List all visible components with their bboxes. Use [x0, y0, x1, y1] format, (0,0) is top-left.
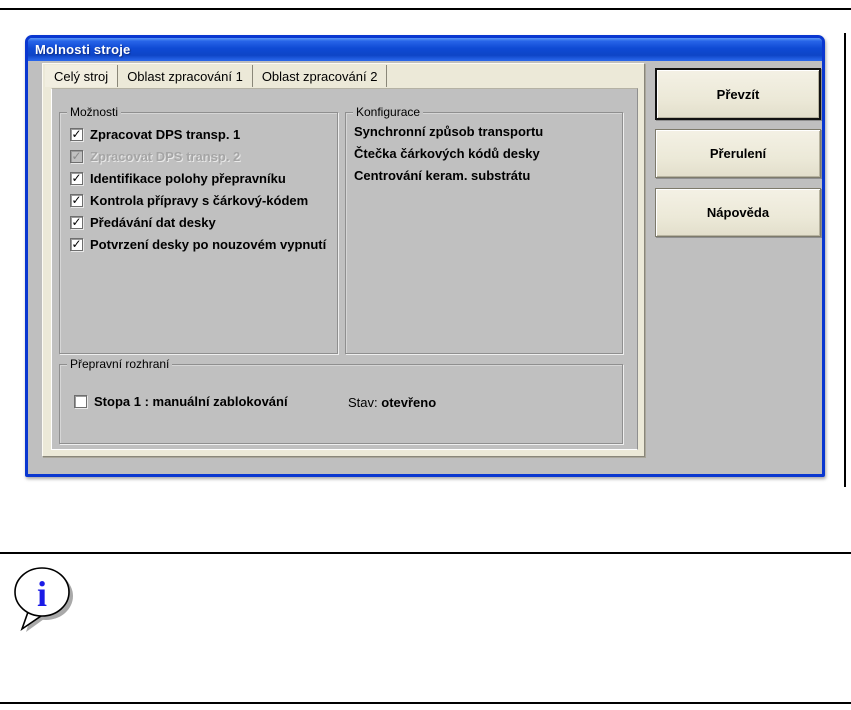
- group-konfigurace-label: Konfigurace: [353, 106, 424, 119]
- tab-cely-stroj[interactable]: Celý stroj: [45, 65, 119, 87]
- checkbox-option-predavani-dat[interactable]: ✓ Předávání dat desky: [70, 215, 337, 230]
- tab-strip: Celý stroj Oblast zpracování 1 Oblast zp…: [45, 65, 388, 87]
- checkbox[interactable]: ✓: [70, 216, 83, 229]
- svg-text:i: i: [37, 574, 47, 614]
- checkbox-option-potvrzeni-desky[interactable]: ✓ Potvrzení desky po nouzovém vypnutí: [70, 237, 337, 252]
- checkbox[interactable]: ✓: [70, 238, 83, 251]
- tab-control: Celý stroj Oblast zpracování 1 Oblast zp…: [42, 63, 645, 457]
- check-icon: ✓: [71, 192, 82, 207]
- status-text: Stav: otevřeno: [348, 395, 436, 410]
- checkbox[interactable]: ✓: [70, 194, 83, 207]
- info-speech-bubble-icon: i: [14, 567, 73, 632]
- check-icon: ✓: [71, 170, 82, 185]
- config-item: Centrování keram. substrátu: [354, 168, 531, 183]
- horizontal-rule-bottom: [0, 702, 851, 704]
- help-button[interactable]: Nápověda: [655, 188, 821, 237]
- checkbox[interactable]: ✓: [74, 395, 87, 408]
- checkbox-label: Stopa 1 : manuální zablokování: [94, 394, 288, 409]
- checkbox-label: Identifikace polohy přepravníku: [90, 171, 286, 186]
- checkbox-label: Potvrzení desky po nouzovém vypnutí: [90, 237, 327, 252]
- checkbox: ✓: [70, 150, 83, 163]
- checkbox[interactable]: ✓: [70, 172, 83, 185]
- horizontal-rule-top: [0, 8, 851, 10]
- vertical-rule-right: [844, 33, 846, 487]
- status-label: Stav:: [348, 395, 378, 410]
- checkbox-label: Předávání dat desky: [90, 215, 216, 230]
- checkbox[interactable]: ✓: [70, 128, 83, 141]
- dialog-titlebar[interactable]: Molnosti stroje: [28, 38, 822, 61]
- tab-page: Možnosti ✓ Zpracovat DPS transp. 1 ✓ Zpr…: [51, 88, 638, 450]
- check-icon: ✓: [71, 236, 82, 251]
- horizontal-rule-middle: [0, 552, 851, 554]
- group-moznosti-label: Možnosti: [67, 106, 122, 119]
- group-konfigurace: Konfigurace Synchronní způsob transportu…: [345, 106, 623, 354]
- status-value: otevřeno: [381, 395, 437, 410]
- dialog-window: Molnosti stroje Celý stroj Oblast zpraco…: [25, 35, 825, 477]
- checkbox-option-kontrola-pripravy[interactable]: ✓ Kontrola přípravy s čárkový-kódem: [70, 193, 337, 208]
- tab-oblast-zpracovani-1[interactable]: Oblast zpracování 1: [118, 65, 253, 87]
- checkbox-label: Kontrola přípravy s čárkový-kódem: [90, 193, 309, 208]
- dialog-title: Molnosti stroje: [35, 42, 131, 57]
- checkbox-label: Zpracovat DPS transp. 1: [90, 127, 241, 142]
- checkbox-option-identifikace-polohy[interactable]: ✓ Identifikace polohy přepravníku: [70, 171, 337, 186]
- group-moznosti: Možnosti ✓ Zpracovat DPS transp. 1 ✓ Zpr…: [59, 106, 338, 354]
- checkbox-label: Zpracovat DPS transp. 2: [90, 149, 241, 164]
- abort-button[interactable]: Přerulení: [655, 129, 821, 178]
- check-icon: ✓: [71, 148, 82, 163]
- group-prepravni-rozhrani: Přepravní rozhraní ✓ Stopa 1 : manuální …: [59, 358, 623, 444]
- tab-oblast-zpracovani-2[interactable]: Oblast zpracování 2: [252, 65, 388, 87]
- checkbox-option-zpracovat-dps-2: ✓ Zpracovat DPS transp. 2: [70, 149, 337, 164]
- group-prepravni-label: Přepravní rozhraní: [67, 358, 173, 371]
- document-page: Molnosti stroje Celý stroj Oblast zpraco…: [0, 0, 851, 710]
- check-icon: ✓: [71, 126, 82, 141]
- dialog-body: Celý stroj Oblast zpracování 1 Oblast zp…: [28, 61, 822, 474]
- config-item: Synchronní způsob transportu: [354, 124, 544, 139]
- check-icon: ✓: [71, 214, 82, 229]
- config-item: Čtečka čárkových kódů desky: [354, 146, 540, 161]
- checkbox-option-zpracovat-dps-1[interactable]: ✓ Zpracovat DPS transp. 1: [70, 127, 337, 142]
- apply-button[interactable]: Převzít: [655, 68, 821, 120]
